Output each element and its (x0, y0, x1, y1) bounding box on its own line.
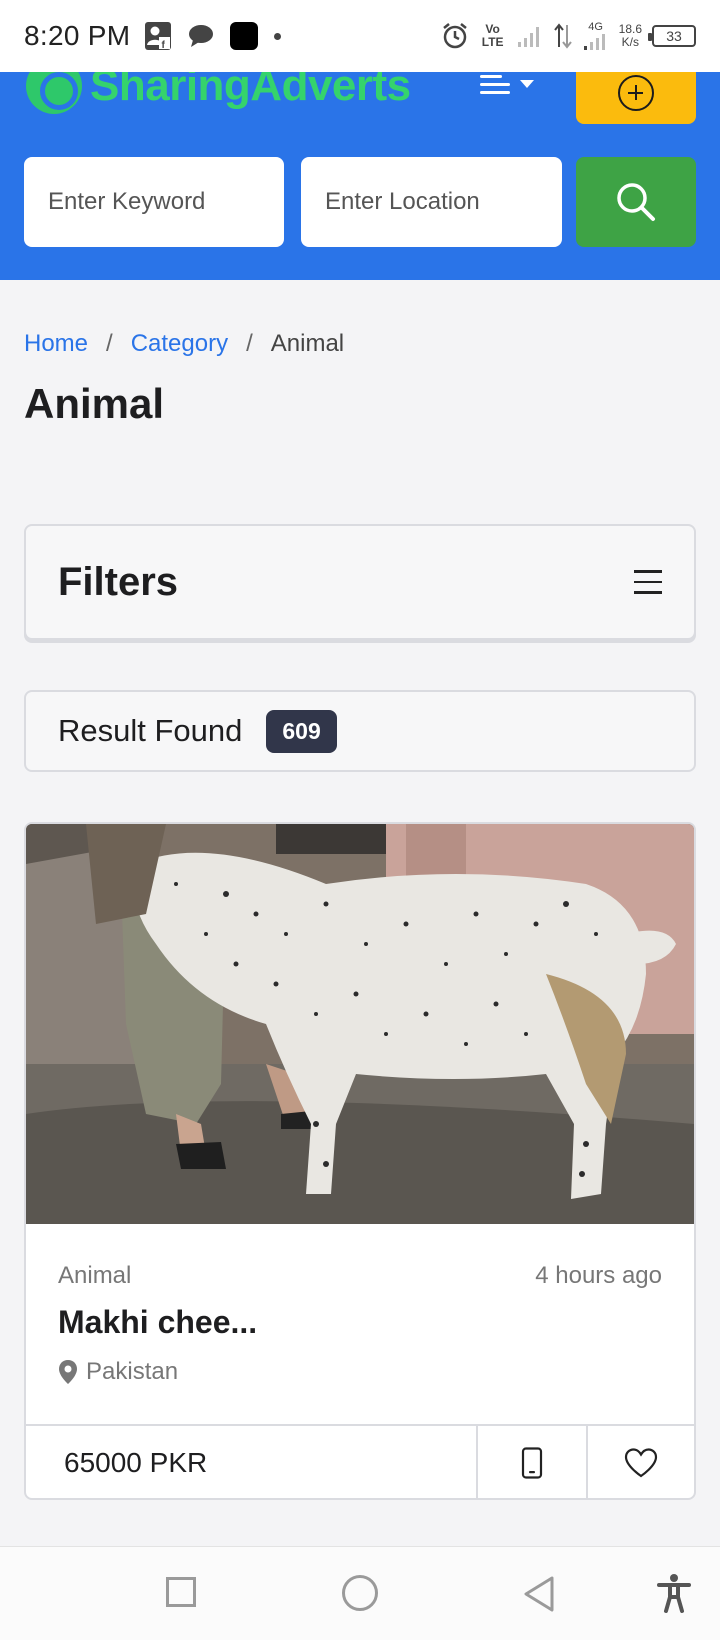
site-logo[interactable]: SharingAdverts (26, 72, 411, 114)
post-ad-button[interactable] (576, 72, 696, 124)
filters-panel[interactable]: Filters (24, 524, 696, 640)
listing-title[interactable]: Makhi chee... (58, 1304, 257, 1341)
plus-circle-icon (618, 75, 654, 111)
signal-strength-icon (583, 33, 605, 50)
system-nav-bar (0, 1546, 720, 1640)
result-label: Result Found (58, 713, 243, 748)
breadcrumb-separator: / (106, 330, 113, 357)
mobile-phone-icon (521, 1447, 543, 1479)
call-button[interactable] (476, 1426, 586, 1498)
alarm-icon (442, 23, 467, 49)
breadcrumb-category[interactable]: Category (131, 330, 228, 358)
listing-price: 65000 PKR (64, 1447, 208, 1478)
search-icon (617, 183, 655, 221)
heart-icon (624, 1448, 658, 1478)
recent-apps-icon[interactable] (166, 1577, 196, 1607)
result-count-bar: Result Found 609 (24, 690, 696, 772)
listing-location-text: Pakistan (86, 1358, 179, 1385)
battery-indicator: 33 (648, 25, 696, 47)
page-title: Animal (24, 380, 165, 427)
home-icon[interactable] (342, 1575, 378, 1611)
more-dot-icon (274, 32, 282, 40)
result-count-badge: 609 (266, 709, 337, 753)
favorite-button[interactable] (586, 1426, 694, 1498)
chat-bubble-icon (189, 25, 214, 47)
network-4g-label: 4G (588, 20, 603, 33)
hamburger-icon (480, 74, 510, 94)
site-header: SharingAdverts (0, 72, 720, 280)
listing-category: Animal (58, 1262, 132, 1289)
location-input[interactable] (301, 157, 562, 247)
keyword-input[interactable] (24, 157, 284, 247)
accessibility-icon[interactable] (656, 1573, 692, 1613)
back-icon[interactable] (522, 1575, 556, 1613)
listing-image[interactable] (26, 824, 694, 1224)
hamburger-icon[interactable] (634, 570, 662, 594)
breadcrumb-separator: / (246, 330, 253, 357)
data-transfer-icon (553, 23, 572, 49)
chevron-down-icon (520, 80, 534, 88)
breadcrumb: Home / Category / Animal (24, 330, 344, 358)
goat-photo (26, 824, 694, 1224)
logo-mark (26, 72, 82, 114)
clock: 8:20 PM (24, 20, 131, 51)
search-button[interactable] (576, 157, 696, 247)
map-pin-icon (59, 1360, 77, 1384)
network-speed: 18.6 K/s (618, 22, 642, 49)
listing-footer: 65000 PKR (26, 1424, 694, 1498)
filters-title: Filters (58, 559, 179, 604)
signal-weak-icon (517, 27, 539, 47)
nav-menu-toggle[interactable] (480, 72, 550, 96)
volte-indicator: Vo LTE (481, 22, 504, 49)
logo-text: SharingAdverts (90, 72, 411, 110)
listing-card[interactable]: Animal 4 hours ago Makhi chee... Pakista… (24, 822, 696, 1500)
app-notification-icon (230, 22, 259, 50)
status-bar: 8:20 PM f Vo LTE 4G 18.6 K/s 33 (0, 0, 720, 72)
listing-location: Pakistan (58, 1358, 178, 1386)
listing-time: 4 hours ago (535, 1262, 662, 1289)
breadcrumb-current: Animal (270, 330, 345, 357)
contact-notification-icon: f (145, 22, 172, 51)
breadcrumb-home[interactable]: Home (24, 330, 88, 358)
